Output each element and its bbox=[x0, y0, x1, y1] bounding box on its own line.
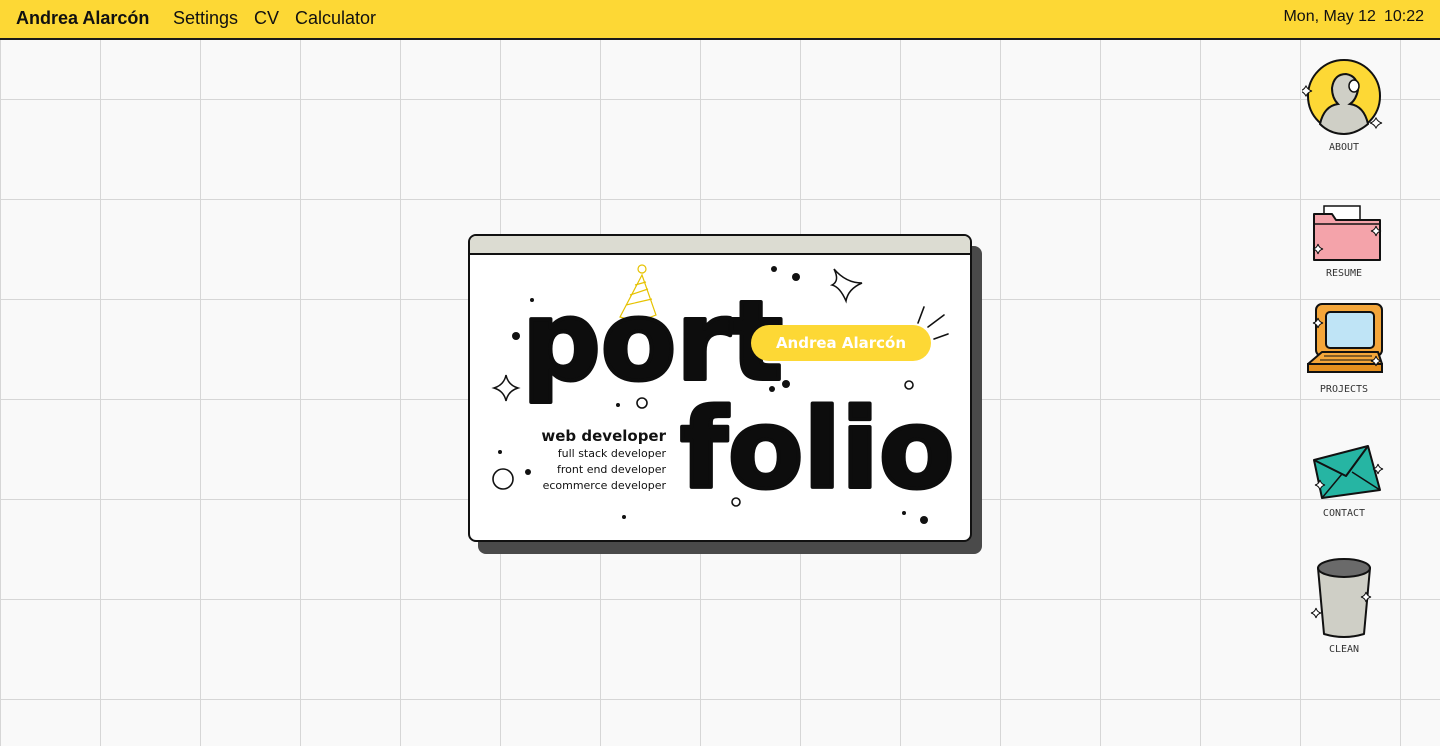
portfolio-window[interactable]: port folio Andrea Alarcón web developer … bbox=[468, 234, 972, 542]
menubar-clock: Mon, May 12 10:22 bbox=[1283, 8, 1424, 26]
roles-block: web developer full stack developer front… bbox=[500, 426, 666, 494]
desktop-icon-resume[interactable]: RESUME bbox=[1294, 204, 1394, 279]
desktop-icon-label: PROJECTS bbox=[1319, 384, 1369, 395]
clock-time: 10:22 bbox=[1383, 8, 1424, 25]
desktop-icon-label: CONTACT bbox=[1322, 508, 1366, 519]
clock-date: Mon, May 12 bbox=[1283, 8, 1376, 25]
desktop-icon-projects[interactable]: PROJECTS bbox=[1294, 302, 1394, 395]
trash-icon bbox=[1310, 558, 1372, 638]
window-titlebar[interactable] bbox=[470, 236, 970, 255]
role-item: ecommerce developer bbox=[542, 479, 666, 492]
computer-icon bbox=[1307, 303, 1383, 373]
desktop-icon-label: ABOUT bbox=[1328, 142, 1360, 153]
desktop-icon-contact[interactable]: CONTACT bbox=[1294, 442, 1394, 519]
desktop-icon-about[interactable]: ABOUT bbox=[1294, 58, 1394, 153]
desktop-icon-label: CLEAN bbox=[1328, 644, 1360, 655]
menu-item-settings[interactable]: Settings bbox=[173, 8, 238, 29]
role-item: front end developer bbox=[557, 463, 666, 476]
desktop-icon-label: RESUME bbox=[1325, 268, 1363, 279]
envelope-icon bbox=[1313, 445, 1384, 499]
folder-icon bbox=[1312, 205, 1382, 261]
menu-bar: Andrea Alarcón Settings CV Calculator Mo… bbox=[0, 0, 1440, 40]
role-item: full stack developer bbox=[557, 447, 666, 460]
menu-item-cv[interactable]: CV bbox=[254, 8, 279, 29]
name-badge: Andrea Alarcón bbox=[751, 325, 931, 361]
role-main: web developer bbox=[541, 427, 666, 445]
menu-item-calculator[interactable]: Calculator bbox=[295, 8, 376, 29]
word-folio: folio bbox=[680, 385, 954, 513]
desktop-icon-clean[interactable]: CLEAN bbox=[1294, 556, 1394, 655]
menubar-owner-name[interactable]: Andrea Alarcón bbox=[16, 8, 149, 29]
avatar-icon bbox=[1302, 59, 1383, 136]
portfolio-artwork: port folio bbox=[491, 264, 956, 524]
